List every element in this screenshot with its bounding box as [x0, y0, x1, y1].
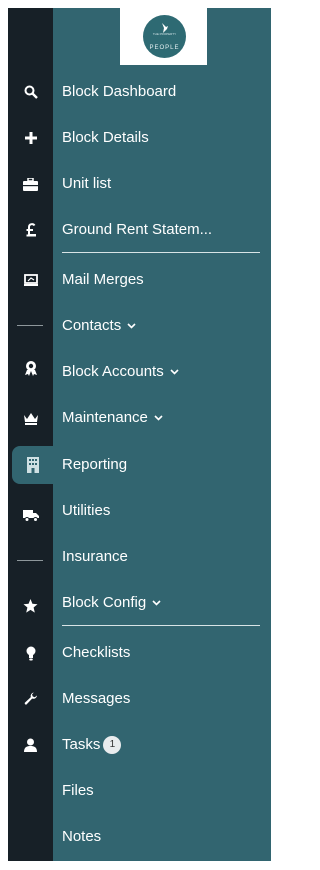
- nav-divider: [62, 625, 260, 626]
- nav-item-label: Block Config: [62, 594, 147, 611]
- nav-item-unit-list[interactable]: Unit list: [62, 175, 111, 193]
- nav-item-label: Contacts: [62, 317, 122, 334]
- nav-item-block-config[interactable]: Block Config: [62, 594, 161, 612]
- chevron-down-icon: [170, 369, 179, 375]
- nav-item-label: Insurance: [62, 548, 128, 565]
- nav-item-utilities[interactable]: Utilities: [62, 502, 110, 520]
- nav-item-contacts[interactable]: Contacts: [62, 317, 136, 335]
- nav-item-label: Utilities: [62, 502, 111, 519]
- nav-item-mail-merges[interactable]: Mail Merges: [62, 271, 144, 289]
- award-icon[interactable]: [8, 359, 53, 377]
- nav-item-label: Messages: [62, 690, 131, 707]
- nav-item-label: Checklists: [62, 644, 131, 661]
- star-icon[interactable]: [8, 597, 53, 615]
- nav-item-reporting[interactable]: Reporting: [62, 456, 127, 474]
- nav-item-label: Maintenance: [62, 409, 148, 426]
- nav-item-label: Notes: [62, 828, 102, 845]
- nav-item-block-details[interactable]: Block Details: [62, 129, 149, 147]
- nav-item-label: Ground Rent Statem...: [62, 221, 213, 238]
- nav-item-label: Block Details: [62, 129, 149, 146]
- search-icon[interactable]: [8, 83, 53, 101]
- nav-item-ground-rent-statements[interactable]: Ground Rent Statem...: [62, 221, 212, 239]
- pound-icon[interactable]: [8, 221, 53, 239]
- nav-item-notes[interactable]: Notes: [62, 828, 101, 846]
- screen-icon[interactable]: [8, 271, 53, 289]
- wrench-icon[interactable]: [8, 690, 53, 708]
- chevron-down-icon: [127, 323, 136, 329]
- briefcase-icon[interactable]: [8, 175, 53, 193]
- nav-item-maintenance[interactable]: Maintenance: [62, 409, 163, 427]
- nav-item-insurance[interactable]: Insurance: [62, 548, 128, 566]
- logo[interactable]: THE PROPERTY PEOPLE: [120, 8, 207, 65]
- nav-item-messages[interactable]: Messages: [62, 690, 130, 708]
- nav-item-label: Mail Merges: [62, 271, 144, 288]
- rail-divider: [17, 325, 43, 326]
- plus-icon[interactable]: [8, 129, 53, 147]
- nav-item-files[interactable]: Files: [62, 782, 94, 800]
- nav-item-block-accounts[interactable]: Block Accounts: [62, 363, 179, 381]
- nav-item-label: Block Dashboard: [62, 83, 177, 100]
- lightbulb-icon[interactable]: [8, 644, 53, 662]
- nav-item-label: Files: [62, 782, 94, 799]
- nav-item-tasks[interactable]: Tasks 1: [62, 736, 122, 754]
- nav-item-label: Reporting: [62, 456, 128, 473]
- nav-item-block-dashboard[interactable]: Block Dashboard: [62, 83, 176, 101]
- chevron-down-icon: [154, 415, 163, 421]
- logo-name: PEOPLE: [149, 45, 180, 51]
- nav-item-label: Tasks: [62, 736, 101, 753]
- nav-divider: [62, 252, 260, 253]
- truck-icon[interactable]: [8, 506, 53, 524]
- chevron-down-icon: [152, 600, 161, 606]
- nav-item-label: Block Accounts: [62, 363, 164, 380]
- task-count-badge: 1: [103, 736, 122, 754]
- nav-item-checklists[interactable]: Checklists: [62, 644, 130, 662]
- rail-divider: [17, 560, 43, 561]
- user-icon[interactable]: [8, 736, 53, 754]
- building-icon[interactable]: [12, 446, 53, 484]
- crown-icon[interactable]: [8, 409, 53, 427]
- logo-tagline: THE PROPERTY: [152, 32, 177, 36]
- nav-item-label: Unit list: [62, 175, 112, 192]
- logo-badge: THE PROPERTY PEOPLE: [143, 15, 186, 58]
